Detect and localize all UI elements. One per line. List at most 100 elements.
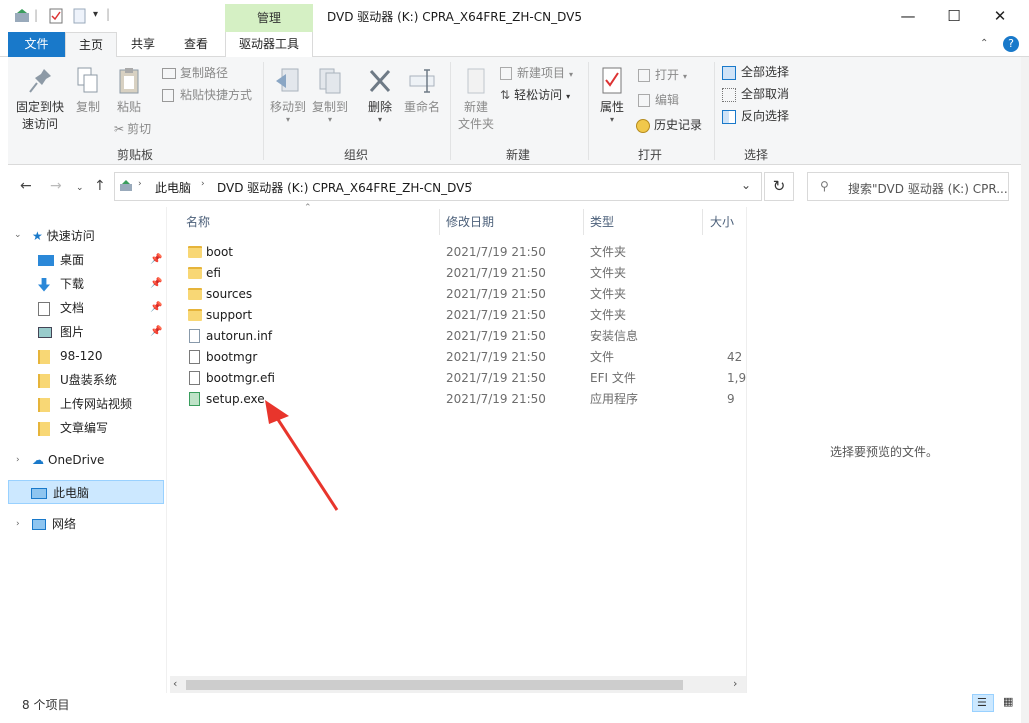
edit-icon xyxy=(638,94,650,107)
details-view-button[interactable]: ☰ xyxy=(972,694,994,712)
select-none-button[interactable]: 全部取消 xyxy=(722,85,789,103)
delete-button[interactable]: 删除 ▾ xyxy=(364,66,396,124)
breadcrumb-drive[interactable]: DVD 驱动器 (K:) CPRA_X64FRE_ZH-CN_DV5 xyxy=(217,179,472,196)
nav-quick-access[interactable]: ★ 快速访问 xyxy=(32,224,164,248)
tab-view[interactable]: 查看 xyxy=(169,32,223,57)
sidebar-item[interactable]: 文章编写 xyxy=(38,416,164,440)
copy-button[interactable]: 复制 xyxy=(72,66,104,116)
refresh-button[interactable]: ↻ xyxy=(764,172,794,201)
column-separator[interactable] xyxy=(439,209,440,235)
move-to-button[interactable]: 移动到 ▾ xyxy=(268,66,308,124)
search-box[interactable]: ⚲ 搜索"DVD 驱动器 (K:) CPR... xyxy=(807,172,1009,201)
expand-onedrive-icon[interactable]: › xyxy=(16,455,20,465)
history-button[interactable]: 历史记录 xyxy=(636,116,702,134)
paste-button[interactable]: 粘贴 xyxy=(112,66,146,116)
up-arrow-icon[interactable]: ↑ xyxy=(94,178,106,194)
forward-arrow-icon[interactable]: → xyxy=(50,178,62,194)
copy-path-button[interactable]: 复制路径 xyxy=(162,64,228,82)
file-name: efi xyxy=(206,266,221,280)
pin-icon[interactable]: 📌 xyxy=(150,320,162,344)
tab-home[interactable]: 主页 xyxy=(65,32,117,58)
properties-button[interactable]: 属性 ▾ xyxy=(596,66,628,124)
select-none-icon xyxy=(722,87,736,102)
new-folder-icon xyxy=(467,68,485,94)
open-button[interactable]: 打开 ▾ xyxy=(638,66,687,86)
help-icon[interactable]: ? xyxy=(1003,36,1019,52)
column-header-name[interactable]: 名称 xyxy=(186,214,210,230)
close-button[interactable]: ✕ xyxy=(977,0,1023,32)
expand-network-icon[interactable]: › xyxy=(16,519,20,529)
sidebar-item[interactable]: 桌面 📌 xyxy=(38,248,164,272)
scroll-right-icon[interactable]: › xyxy=(733,677,737,690)
folder-icon xyxy=(188,267,202,279)
sidebar-item[interactable]: 98-120 xyxy=(38,344,164,368)
cut-button[interactable]: ✂ 剪切 xyxy=(114,120,151,138)
pin-icon[interactable]: 📌 xyxy=(150,296,162,320)
rename-button[interactable]: 重命名 xyxy=(402,66,442,116)
expand-quick-access-icon[interactable]: ⌄ xyxy=(14,230,22,240)
organize-group-label: 组织 xyxy=(343,148,368,162)
pin-icon[interactable]: 📌 xyxy=(150,248,162,272)
app-icon[interactable] xyxy=(14,8,30,24)
sidebar-item[interactable]: 图片 📌 xyxy=(38,320,164,344)
properties-quick-icon[interactable] xyxy=(48,8,64,24)
pane-divider xyxy=(166,207,167,693)
sidebar-item[interactable]: 文档 📌 xyxy=(38,296,164,320)
scroll-thumb[interactable] xyxy=(186,680,683,690)
maximize-button[interactable]: ☐ xyxy=(931,0,977,32)
address-dropdown-icon[interactable]: ⌄ xyxy=(741,178,751,192)
nav-quick-access-label: 快速访问 xyxy=(46,229,95,243)
select-all-button[interactable]: 全部选择 xyxy=(722,63,789,81)
invert-selection-button[interactable]: 反向选择 xyxy=(722,107,789,125)
column-separator[interactable] xyxy=(583,209,584,235)
file-row[interactable]: bootmgr 2021/7/19 21:50 文件 42 xyxy=(172,347,745,368)
sidebar-item[interactable]: 上传网站视频 xyxy=(38,392,164,416)
sidebar-item-label: 图片 xyxy=(60,325,85,339)
breadcrumb-this-pc[interactable]: 此电脑 xyxy=(155,179,191,196)
tab-file[interactable]: 文件 xyxy=(8,32,65,57)
recent-locations-icon[interactable]: ⌄ xyxy=(76,183,84,193)
file-row[interactable]: sources 2021/7/19 21:50 文件夹 xyxy=(172,284,745,305)
search-input[interactable]: 搜索"DVD 驱动器 (K:) CPR... xyxy=(848,180,1008,197)
file-type: 文件夹 xyxy=(590,266,627,280)
column-header-date[interactable]: 修改日期 xyxy=(446,214,494,230)
nav-this-pc[interactable]: 此电脑 xyxy=(8,480,164,504)
customize-quick-access-icon[interactable]: ▾ xyxy=(93,9,98,20)
folder-icon xyxy=(38,373,50,388)
address-bar[interactable]: › 此电脑 › DVD 驱动器 (K:) CPRA_X64FRE_ZH-CN_D… xyxy=(114,172,762,201)
file-row[interactable]: autorun.inf 2021/7/19 21:50 安装信息 xyxy=(172,326,745,347)
back-arrow-icon[interactable]: ← xyxy=(20,178,32,194)
paste-shortcut-button[interactable]: 粘贴快捷方式 xyxy=(162,86,252,104)
nav-onedrive[interactable]: ☁ OneDrive xyxy=(32,448,164,472)
manage-context-tab[interactable]: 管理 xyxy=(225,4,313,32)
file-row[interactable]: support 2021/7/19 21:50 文件夹 xyxy=(172,305,745,326)
tab-drive-tools[interactable]: 驱动器工具 xyxy=(225,32,313,57)
nav-network[interactable]: 网络 xyxy=(32,512,164,536)
easy-access-button[interactable]: ⇅ 轻松访问 ▾ xyxy=(500,86,570,106)
annotation-arrow xyxy=(265,400,339,511)
file-row[interactable]: efi 2021/7/19 21:50 文件夹 xyxy=(172,263,745,284)
sidebar-item-label: 桌面 xyxy=(60,253,85,267)
tab-share[interactable]: 共享 xyxy=(117,32,169,57)
edit-button[interactable]: 编辑 xyxy=(638,91,679,109)
new-folder-quick-icon[interactable] xyxy=(72,8,88,24)
sidebar-item[interactable]: 下载 📌 xyxy=(38,272,164,296)
large-icons-view-button[interactable]: ▦ xyxy=(998,694,1020,712)
ribbon-collapse-icon[interactable]: ⌃ xyxy=(980,38,988,49)
file-row[interactable]: bootmgr.efi 2021/7/19 21:50 EFI 文件 1,95 xyxy=(172,368,746,389)
new-item-button[interactable]: 新建项目 ▾ xyxy=(500,64,573,84)
file-row[interactable]: boot 2021/7/19 21:50 文件夹 xyxy=(172,242,745,263)
new-folder-button[interactable]: 新建 文件夹 xyxy=(454,66,498,133)
star-icon: ★ xyxy=(32,229,43,243)
column-header-size[interactable]: 大小 xyxy=(710,214,734,230)
copy-to-button[interactable]: 复制到 ▾ xyxy=(310,66,350,124)
column-separator[interactable] xyxy=(702,209,703,235)
pin-icon[interactable]: 📌 xyxy=(150,272,162,296)
new-item-icon xyxy=(500,67,512,80)
scroll-left-icon[interactable]: ‹ xyxy=(173,677,177,690)
sidebar-item[interactable]: U盘装系统 xyxy=(38,368,164,392)
column-header-type[interactable]: 类型 xyxy=(590,214,614,230)
invert-selection-icon xyxy=(722,109,736,124)
pin-quick-access-button[interactable]: 固定到快 速访问 xyxy=(14,66,66,133)
minimize-button[interactable]: — xyxy=(885,0,931,32)
